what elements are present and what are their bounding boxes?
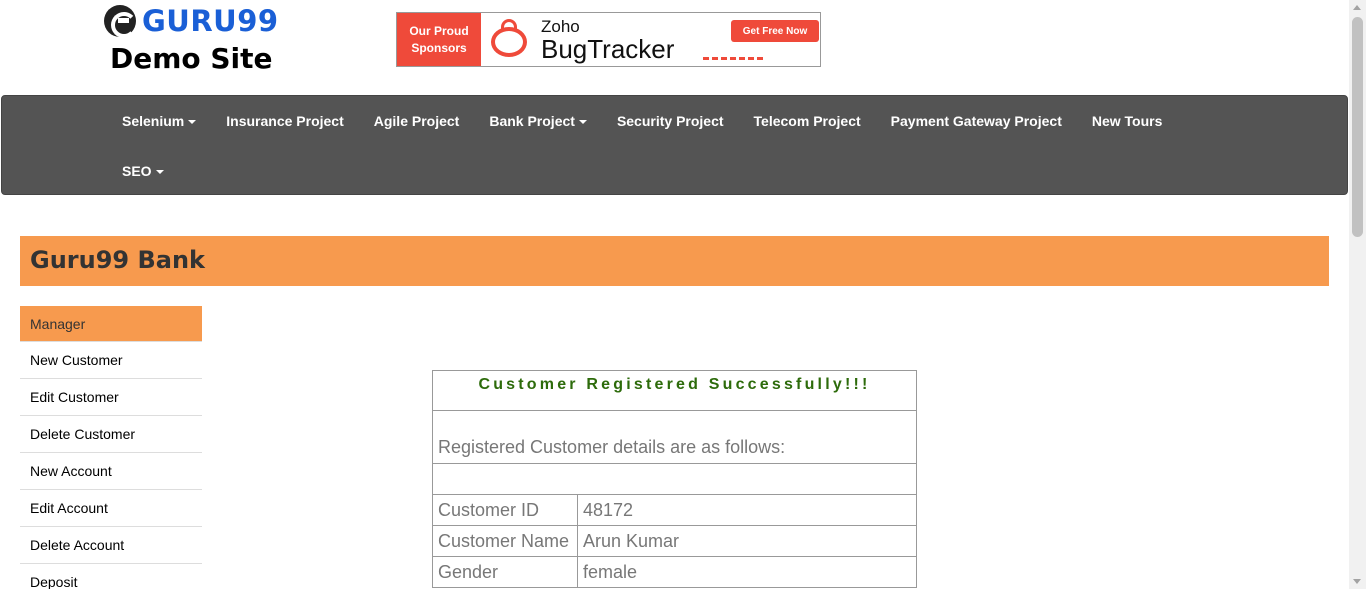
nav-item-label: Telecom Project <box>753 113 861 129</box>
bug-icon <box>481 13 541 66</box>
banner-product: BugTracker <box>541 33 675 64</box>
bank-title: Guru99 Bank <box>30 246 205 274</box>
sidebar-item-deposit[interactable]: Deposit <box>20 564 202 589</box>
bank-header-bar: Guru99 Bank <box>20 236 1329 286</box>
table-row: Customer ID 48172 <box>432 494 917 526</box>
nav-item-label: Insurance Project <box>226 113 344 129</box>
row-value: 48172 <box>577 494 917 526</box>
site-logo[interactable]: GURU99 Demo Site <box>104 4 284 75</box>
customer-result-table: Customer Registered Successfully!!! Regi… <box>432 370 917 588</box>
scroll-down-arrow-icon[interactable] <box>1353 579 1361 584</box>
navbar-row-1: Selenium Insurance Project Agile Project Ba… <box>107 96 1177 146</box>
nav-item-telecom-project[interactable]: Telecom Project <box>739 96 876 146</box>
caret-down-icon <box>188 120 197 125</box>
caret-down-icon <box>578 120 587 125</box>
main-navbar: Selenium Insurance Project Agile Project Ba… <box>1 95 1348 195</box>
banner-cta-button[interactable]: Get Free Now <box>731 20 819 42</box>
guru99-logo-icon <box>104 5 137 38</box>
nav-item-label: SEO <box>122 163 152 179</box>
row-label: Gender <box>432 556 578 588</box>
success-message: Customer Registered Successfully!!! <box>478 376 871 393</box>
banner-arrow-decoration <box>703 57 763 60</box>
nav-item-payment-gateway-project[interactable]: Payment Gateway Project <box>876 96 1077 146</box>
row-label: Customer ID <box>432 494 578 526</box>
nav-item-label: Payment Gateway Project <box>890 113 1062 129</box>
nav-item-bank-project[interactable]: Bank Project <box>474 96 602 146</box>
sidebar-menu: Manager New Customer Edit Customer Delete C… <box>20 306 202 589</box>
nav-item-label: New Tours <box>1091 113 1163 129</box>
nav-item-label: Selenium <box>122 113 185 129</box>
table-row: Gender female <box>432 556 917 588</box>
sidebar-item-delete-customer[interactable]: Delete Customer <box>20 416 202 453</box>
row-value: female <box>577 556 917 588</box>
details-subheading: Registered Customer details are as follo… <box>432 410 917 464</box>
sidebar-item-delete-account[interactable]: Delete Account <box>20 527 202 564</box>
banner-sponsor-label: Our Proud Sponsors <box>397 13 481 66</box>
caret-down-icon <box>155 170 164 175</box>
banner-brand: Zoho <box>541 16 580 36</box>
sponsor-banner[interactable]: Our Proud Sponsors Zoho BugTracker Get F… <box>396 12 821 67</box>
nav-item-label: Agile Project <box>373 113 460 129</box>
nav-item-security-project[interactable]: Security Project <box>602 96 739 146</box>
nav-item-selenium[interactable]: Selenium <box>107 96 211 146</box>
nav-item-agile-project[interactable]: Agile Project <box>359 96 475 146</box>
nav-item-label: Bank Project <box>489 113 575 129</box>
nav-item-insurance-project[interactable]: Insurance Project <box>211 96 359 146</box>
sidebar-item-new-account[interactable]: New Account <box>20 453 202 490</box>
scrollbar-thumb[interactable] <box>1352 17 1363 237</box>
nav-item-new-tours[interactable]: New Tours <box>1077 96 1178 146</box>
page-scrollbar[interactable] <box>1349 0 1366 589</box>
sidebar-item-new-customer[interactable]: New Customer <box>20 342 202 379</box>
nav-item-seo[interactable]: SEO <box>107 146 179 196</box>
sidebar-item-manager[interactable]: Manager <box>20 306 202 342</box>
nav-item-label: Security Project <box>616 113 724 129</box>
success-message-cell: Customer Registered Successfully!!! <box>432 370 917 411</box>
logo-text: GURU99 <box>142 4 279 38</box>
site-subtitle: Demo Site <box>110 42 273 75</box>
navbar-row-2: SEO <box>107 146 179 196</box>
sidebar-item-edit-customer[interactable]: Edit Customer <box>20 379 202 416</box>
scroll-up-arrow-icon[interactable] <box>1353 5 1361 10</box>
sidebar-item-edit-account[interactable]: Edit Account <box>20 490 202 527</box>
row-value: Arun Kumar <box>577 525 917 557</box>
blank-row <box>432 463 917 495</box>
row-label: Customer Name <box>432 525 578 557</box>
table-row: Customer Name Arun Kumar <box>432 525 917 557</box>
